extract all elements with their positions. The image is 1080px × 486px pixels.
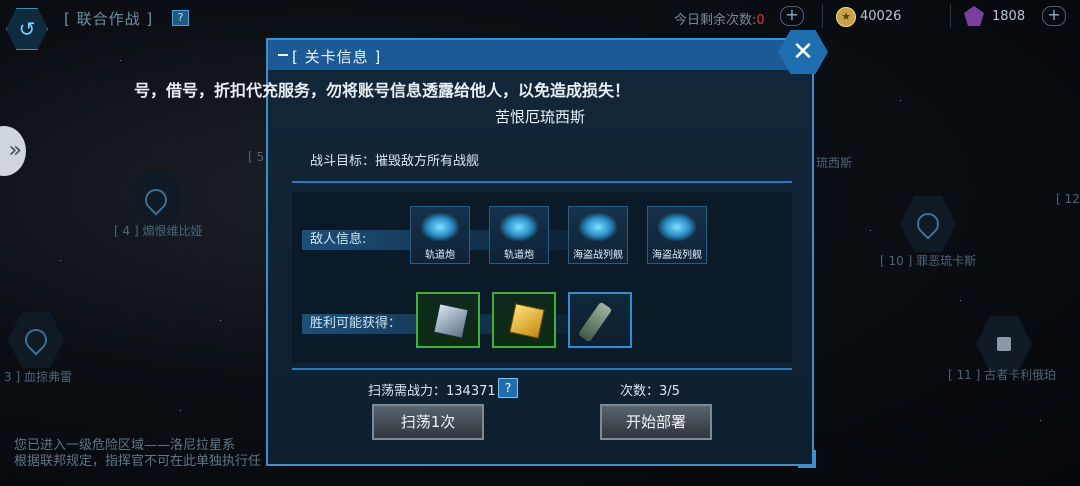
attempts-label: 今日剩余次数: bbox=[674, 13, 757, 28]
attempts-remaining: 今日剩余次数:0 bbox=[674, 9, 765, 28]
divider bbox=[822, 4, 823, 28]
help-icon[interactable]: ? bbox=[498, 378, 518, 398]
chevron-right-icon: » bbox=[8, 138, 22, 163]
battleship-icon bbox=[658, 213, 696, 241]
gray-cube-icon bbox=[433, 303, 469, 339]
enemy-name: 轨道炮 bbox=[425, 250, 455, 261]
count-value: 3/5 bbox=[659, 384, 680, 399]
reward-item[interactable] bbox=[568, 292, 632, 348]
map-node-label: [ 12 bbox=[1056, 192, 1080, 206]
sweep-power: 扫荡需战力：134371 bbox=[368, 380, 496, 399]
dialog-header: [ 关卡信息 ] bbox=[268, 40, 812, 70]
enemy-card[interactable]: 轨道炮 bbox=[489, 206, 549, 264]
system-message: 根据联邦规定，指挥官不可在此单独执行任 bbox=[14, 454, 262, 469]
divider bbox=[292, 181, 792, 183]
close-icon: ✕ bbox=[792, 37, 814, 67]
notice-marquee: 号，借号，折扣代充服务，勿将账号信息透露给他人，以免造成损失！ bbox=[134, 81, 631, 100]
map-node-label: 3 ] 血掠弗雷 bbox=[4, 370, 72, 384]
location-pin-icon bbox=[140, 184, 172, 216]
gold-cube-icon bbox=[509, 303, 545, 339]
attempt-count: 次数：3/5 bbox=[620, 380, 680, 399]
map-node-label: 琉西斯 bbox=[816, 156, 853, 170]
lock-icon bbox=[997, 337, 1011, 351]
railgun-icon bbox=[421, 213, 459, 241]
add-gems-button[interactable]: + bbox=[1042, 6, 1066, 26]
missile-part-icon bbox=[577, 301, 613, 343]
enemy-card[interactable]: 海盗战列舰 bbox=[647, 206, 707, 264]
attempts-value: 0 bbox=[756, 13, 765, 28]
start-deploy-button[interactable]: 开始部署 bbox=[600, 404, 712, 440]
minus-icon bbox=[278, 54, 288, 56]
map-node-label: [ 11 ] 古者卡利俄珀 bbox=[948, 368, 1057, 382]
enemy-name: 海盗战列舰 bbox=[573, 250, 623, 261]
page-title: [ 联合作战 ] bbox=[64, 10, 154, 28]
stage-name: 苦恨厄琉西斯 bbox=[494, 108, 585, 126]
sweep-once-button[interactable]: 扫荡1次 bbox=[372, 404, 484, 440]
info-panel: 敌人信息: 轨道炮 轨道炮 海盗战列舰 海盗战列舰 胜利可能获得： bbox=[292, 192, 792, 362]
divider bbox=[292, 368, 792, 370]
battle-objective: 战斗目标：摧毁敌方所有战舰 bbox=[310, 154, 480, 169]
sweep-power-label: 扫荡需战力： bbox=[368, 384, 447, 399]
gold-amount: 40026 bbox=[860, 9, 902, 24]
add-attempts-button[interactable]: + bbox=[780, 6, 804, 26]
dialog-title: [ 关卡信息 ] bbox=[292, 48, 382, 66]
map-node-label: [ 4 ] 煽恨维比娅 bbox=[114, 224, 203, 238]
sweep-power-value: 134371 bbox=[446, 384, 496, 399]
reward-item[interactable] bbox=[416, 292, 480, 348]
battleship-icon bbox=[579, 213, 617, 241]
location-pin-icon bbox=[20, 324, 52, 356]
map-node-label: [ 10 ] 罪恶琉卡斯 bbox=[880, 254, 977, 268]
count-label: 次数： bbox=[620, 384, 660, 399]
enemy-name: 海盗战列舰 bbox=[652, 250, 702, 261]
enemy-name: 轨道炮 bbox=[504, 250, 534, 261]
railgun-icon bbox=[500, 213, 538, 241]
return-arrow-icon: ↺ bbox=[18, 17, 36, 41]
divider bbox=[950, 4, 951, 28]
top-bar: ↺ [ 联合作战 ] ? 今日剩余次数:0 + ★ 40026 1808 + bbox=[0, 0, 1080, 50]
help-icon[interactable]: ? bbox=[172, 10, 189, 26]
dialog-corner-decoration bbox=[798, 450, 816, 468]
gold-coin-icon: ★ bbox=[836, 7, 856, 27]
stage-info-dialog: [ 关卡信息 ] 苦恨厄琉西斯 战斗目标：摧毁敌方所有战舰 敌人信息: 轨道炮 … bbox=[266, 38, 814, 466]
reward-item[interactable] bbox=[492, 292, 556, 348]
gem-amount: 1808 bbox=[992, 9, 1026, 24]
location-pin-icon bbox=[912, 208, 944, 240]
enemy-card[interactable]: 海盗战列舰 bbox=[568, 206, 628, 264]
gem-icon bbox=[964, 6, 984, 26]
enemy-card[interactable]: 轨道炮 bbox=[410, 206, 470, 264]
